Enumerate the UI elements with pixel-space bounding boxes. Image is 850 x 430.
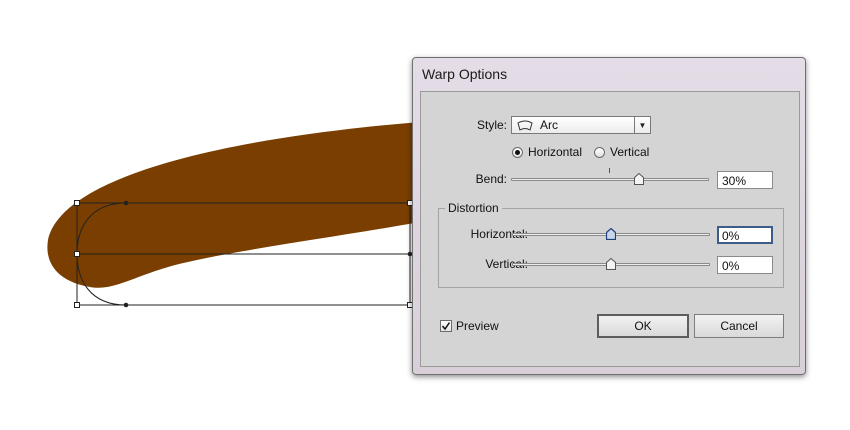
distortion-vertical-slider-thumb[interactable] xyxy=(606,258,616,270)
dialog-body: Style: Arc ▼ Horizontal Vertical Bend: 3… xyxy=(420,91,800,367)
style-label: Style: xyxy=(476,118,507,132)
bend-slider-thumb[interactable] xyxy=(634,173,644,185)
vertical-radio-label[interactable]: Vertical xyxy=(610,145,649,159)
vertical-radio[interactable] xyxy=(594,147,605,158)
arc-warp-icon xyxy=(517,120,533,131)
checkmark-icon xyxy=(441,322,451,331)
distortion-vertical-input[interactable]: 0% xyxy=(717,256,773,274)
style-dropdown-value: Arc xyxy=(540,118,558,132)
bend-slider-track[interactable] xyxy=(511,178,709,181)
chevron-down-icon[interactable]: ▼ xyxy=(634,117,650,133)
warp-options-dialog: Warp Options Style: Arc ▼ Horizontal Ver… xyxy=(412,57,806,375)
horizontal-radio-label[interactable]: Horizontal xyxy=(528,145,582,159)
ok-button[interactable]: OK xyxy=(597,314,689,338)
preview-checkbox[interactable] xyxy=(440,320,452,332)
bend-center-tick xyxy=(609,168,610,173)
style-dropdown[interactable]: Arc ▼ xyxy=(511,116,651,134)
preview-label[interactable]: Preview xyxy=(456,319,499,333)
distortion-group: Distortion Horizontal: 0% Vertical: 0% xyxy=(438,201,784,288)
dialog-title: Warp Options xyxy=(422,66,508,82)
bend-input[interactable]: 30% xyxy=(717,171,773,189)
distortion-horizontal-input[interactable]: 0% xyxy=(717,226,773,244)
distortion-group-title: Distortion xyxy=(445,201,502,215)
bend-label: Bend: xyxy=(475,172,507,186)
horizontal-radio[interactable] xyxy=(512,147,523,158)
cancel-button[interactable]: Cancel xyxy=(694,314,784,338)
distortion-horizontal-slider-thumb[interactable] xyxy=(606,228,616,240)
warped-brown-shape[interactable] xyxy=(47,122,420,288)
